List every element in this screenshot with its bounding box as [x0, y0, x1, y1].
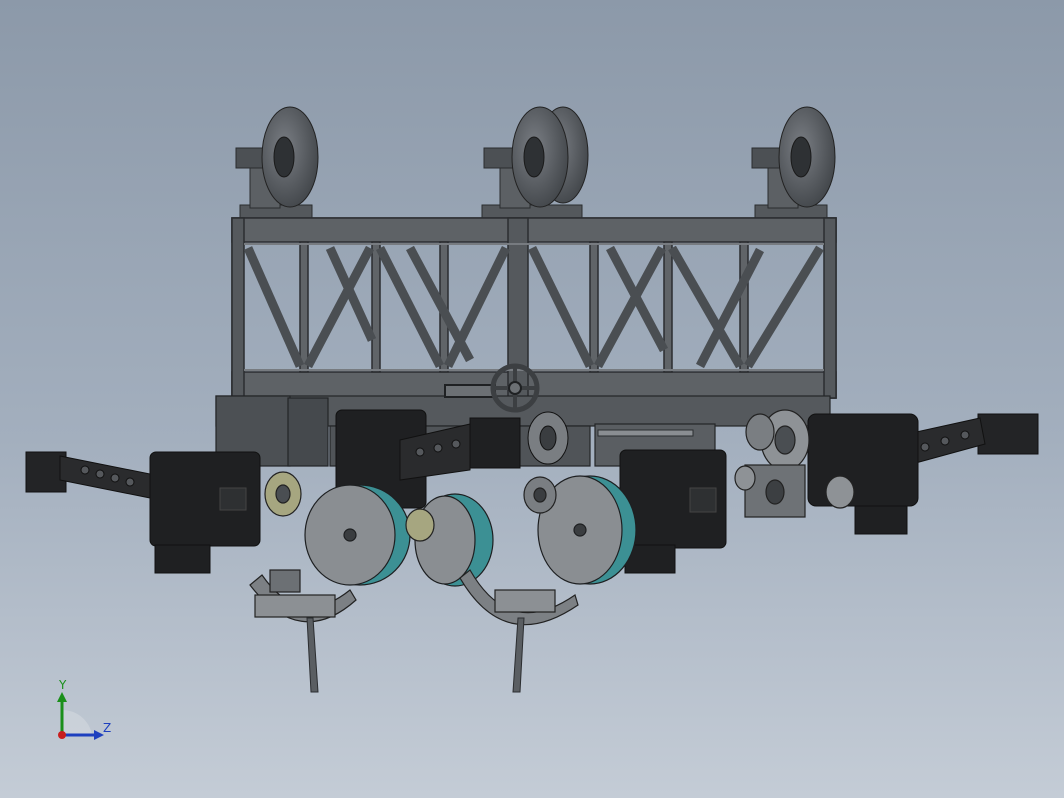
coordinate-triad	[57, 692, 104, 740]
cad-viewport[interactable]: Y Z	[0, 0, 1064, 798]
y-axis-label: Y	[59, 678, 67, 692]
z-axis-label: Z	[103, 721, 112, 735]
